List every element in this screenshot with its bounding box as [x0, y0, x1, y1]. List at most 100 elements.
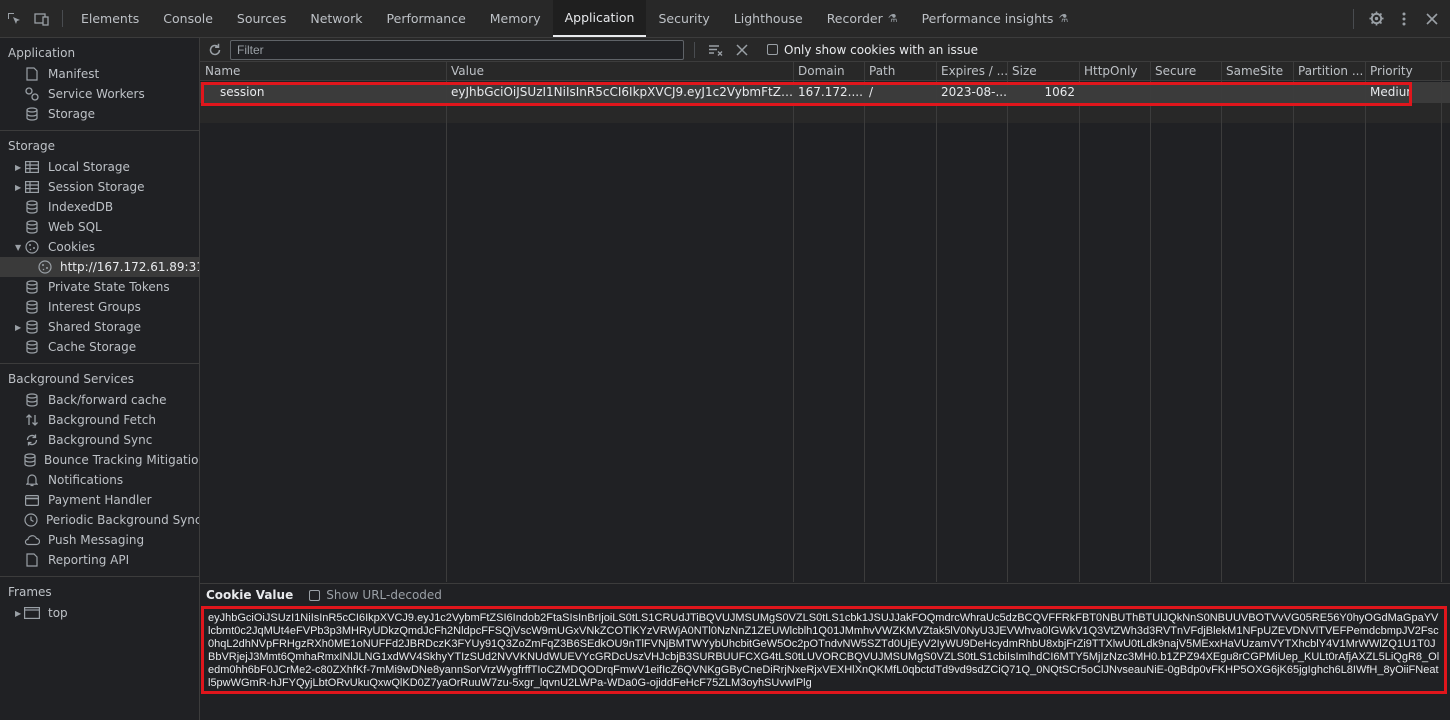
column-divider — [793, 62, 794, 582]
sidebar-item-push-messaging[interactable]: Push Messaging — [0, 530, 199, 550]
cell-partition-key[interactable] — [1293, 82, 1365, 103]
sidebar-item-cache-storage[interactable]: Cache Storage — [0, 337, 199, 357]
filter-input[interactable] — [230, 39, 684, 60]
sidebar-item-notifications[interactable]: Notifications — [0, 470, 199, 490]
gear-icon[interactable] — [1364, 7, 1388, 31]
sidebar-item-background-fetch[interactable]: Background Fetch — [0, 410, 199, 430]
column-header-priority[interactable]: Priority — [1365, 62, 1441, 81]
sidebar-item-storage[interactable]: Storage — [0, 104, 199, 124]
expand-arrow-icon[interactable]: ▶ — [15, 323, 21, 332]
column-divider — [446, 62, 447, 582]
sidebar-item-private-state-tokens[interactable]: Private State Tokens — [0, 277, 199, 297]
sidebar-item-session-storage[interactable]: ▶ Session Storage — [0, 177, 199, 197]
clear-all-cookies-icon[interactable] — [731, 39, 753, 61]
collapse-arrow-icon[interactable]: ▼ — [15, 243, 21, 252]
sidebar-item-label: Private State Tokens — [48, 280, 170, 294]
tab-security[interactable]: Security — [646, 0, 721, 37]
tab-console[interactable]: Console — [151, 0, 225, 37]
column-header-domain[interactable]: Domain — [793, 62, 864, 81]
database-icon — [24, 219, 40, 235]
database-icon — [24, 279, 40, 295]
cookie-value-panel: Cookie Value Show URL-decoded eyJhbGciOi… — [200, 583, 1450, 720]
tab-network[interactable]: Network — [298, 0, 374, 37]
refresh-icon[interactable] — [204, 39, 226, 61]
sidebar-item-payment-handler[interactable]: Payment Handler — [0, 490, 199, 510]
sidebar-item-back-forward-cache[interactable]: Back/forward cache — [0, 390, 199, 410]
column-header-samesite[interactable]: SameSite — [1221, 62, 1293, 81]
cloud-icon — [24, 532, 40, 548]
cell-expires[interactable]: 2023-08-... — [936, 82, 1007, 103]
tab-performance-insights-label: Performance insights — [921, 11, 1054, 26]
only-issues-checkbox[interactable] — [767, 44, 778, 55]
section-title-application: Application — [8, 46, 76, 60]
database-icon — [24, 199, 40, 215]
tab-memory[interactable]: Memory — [478, 0, 553, 37]
sidebar-item-label: Reporting API — [48, 553, 130, 567]
sidebar-item-shared-storage[interactable]: ▶ Shared Storage — [0, 317, 199, 337]
inspect-element-icon[interactable] — [0, 0, 28, 37]
table-row-empty — [200, 103, 1450, 123]
column-header-expires[interactable]: Expires / ... — [936, 62, 1007, 81]
cell-samesite[interactable] — [1221, 82, 1293, 103]
cell-httponly[interactable] — [1079, 82, 1150, 103]
tab-application[interactable]: Application — [552, 0, 647, 37]
cell-value[interactable]: eyJhbGciOiJSUzI1NiIsInR5cCI6IkpXVCJ9.eyJ… — [446, 82, 793, 103]
toolbar-divider — [1353, 8, 1354, 29]
device-toolbar-icon[interactable] — [28, 0, 56, 37]
sidebar-item-cookies[interactable]: ▼ Cookies — [0, 237, 199, 257]
column-divider — [1441, 62, 1442, 582]
sidebar-item-label: Back/forward cache — [48, 393, 167, 407]
cookie-value-text[interactable]: eyJhbGciOiJSUzI1NiIsInR5cCI6IkpXVCJ9.eyJ… — [201, 606, 1447, 694]
tab-performance-insights[interactable]: Performance insights ⚗ — [910, 0, 1081, 37]
cell-path[interactable]: / — [864, 82, 936, 103]
sidebar-item-bounce-tracking[interactable]: Bounce Tracking Mitigations — [0, 450, 199, 470]
sidebar-item-label: Manifest — [48, 67, 100, 81]
column-header-partition-key[interactable]: Partition ... — [1293, 62, 1365, 81]
sidebar-item-label: Web SQL — [48, 220, 102, 234]
sidebar-item-reporting-api[interactable]: Reporting API — [0, 550, 199, 570]
section-title-background-services: Background Services — [8, 372, 135, 386]
column-header-value[interactable]: Value — [446, 62, 793, 81]
tab-recorder[interactable]: Recorder ⚗ — [815, 0, 910, 37]
column-divider — [1293, 62, 1294, 582]
expand-arrow-icon[interactable]: ▶ — [15, 163, 21, 172]
sidebar-item-web-sql[interactable]: Web SQL — [0, 217, 199, 237]
database-icon — [24, 106, 40, 122]
cell-secure[interactable] — [1150, 82, 1221, 103]
clock-icon — [24, 512, 38, 528]
devtools-tab-bar: Elements Console Sources Network Perform… — [0, 0, 1450, 38]
sidebar-item-label: http://167.172.61.89:3138 — [60, 260, 199, 274]
experiment-flask-icon: ⚗ — [1058, 12, 1069, 25]
more-options-icon[interactable] — [1392, 7, 1416, 31]
sidebar-item-manifest[interactable]: Manifest — [0, 64, 199, 84]
expand-arrow-icon[interactable]: ▶ — [15, 609, 21, 618]
column-header-name[interactable]: Name — [200, 62, 446, 81]
sidebar-item-service-workers[interactable]: Service Workers — [0, 84, 199, 104]
sidebar-item-frame-top[interactable]: ▶ top — [0, 603, 199, 623]
cell-domain[interactable]: 167.172.... — [793, 82, 864, 103]
sidebar-item-local-storage[interactable]: ▶ Local Storage — [0, 157, 199, 177]
sidebar-item-periodic-background-sync[interactable]: Periodic Background Sync — [0, 510, 199, 530]
close-icon[interactable] — [1420, 7, 1444, 31]
cell-name[interactable]: session — [215, 82, 446, 103]
expand-arrow-icon[interactable]: ▶ — [15, 183, 21, 192]
column-header-secure[interactable]: Secure — [1150, 62, 1221, 81]
tab-lighthouse[interactable]: Lighthouse — [722, 0, 815, 37]
tab-performance[interactable]: Performance — [375, 0, 478, 37]
column-header-size[interactable]: Size — [1007, 62, 1079, 81]
sidebar-item-label: Shared Storage — [48, 320, 142, 334]
tab-sources[interactable]: Sources — [225, 0, 298, 37]
tab-elements[interactable]: Elements — [69, 0, 151, 37]
cell-size[interactable]: 1062 — [1007, 82, 1079, 103]
sidebar-item-cookie-origin[interactable]: http://167.172.61.89:3138 — [0, 257, 199, 277]
cell-priority[interactable]: Medium — [1365, 82, 1411, 103]
column-header-path[interactable]: Path — [864, 62, 936, 81]
show-url-decoded-checkbox[interactable] — [309, 589, 321, 601]
sidebar-item-interest-groups[interactable]: Interest Groups — [0, 297, 199, 317]
sidebar-item-background-sync[interactable]: Background Sync — [0, 430, 199, 450]
table-row-cells[interactable]: session eyJhbGciOiJSUzI1NiIsInR5cCI6IkpX… — [200, 82, 1450, 103]
clear-filtered-cookies-icon[interactable] — [705, 39, 727, 61]
section-divider — [0, 363, 199, 364]
column-header-httponly[interactable]: HttpOnly — [1079, 62, 1150, 81]
sidebar-item-indexeddb[interactable]: IndexedDB — [0, 197, 199, 217]
